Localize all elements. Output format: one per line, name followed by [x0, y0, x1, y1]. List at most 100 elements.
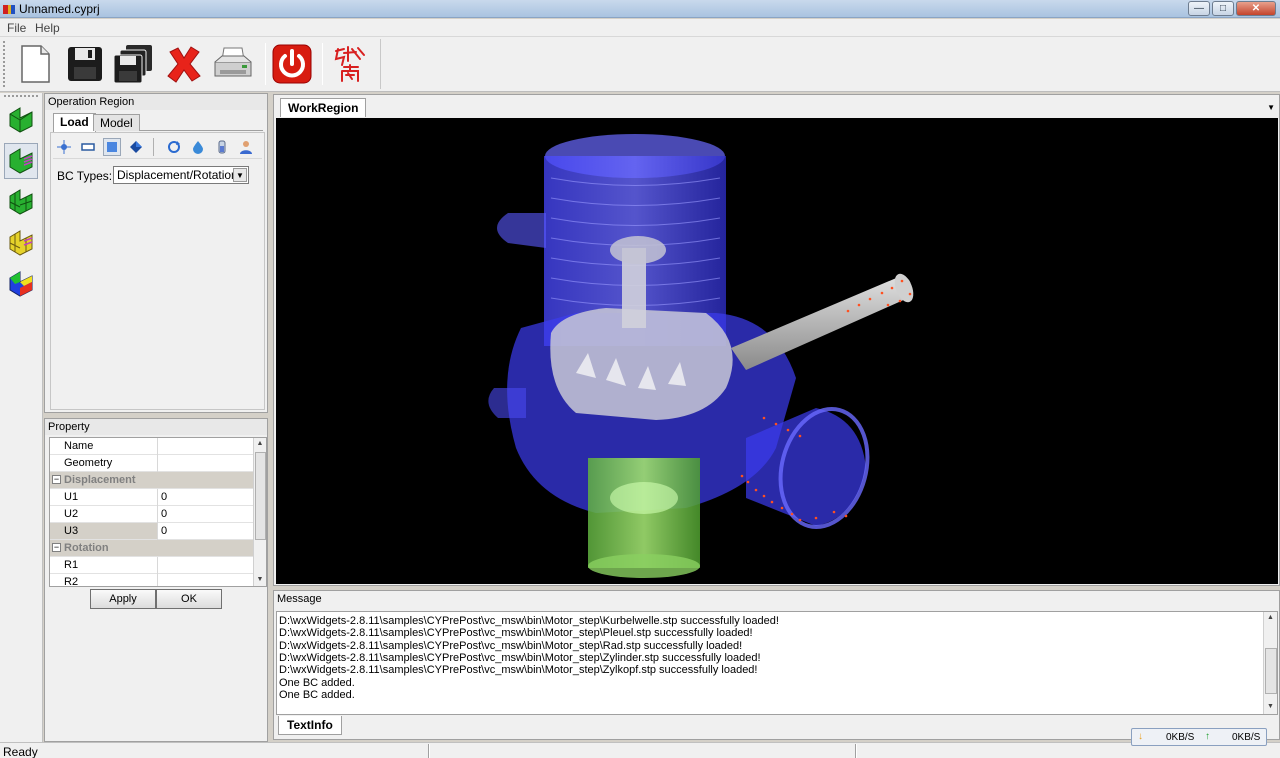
bc-types-value: Displacement/Rotation	[117, 168, 238, 182]
property-key: Geometry	[64, 457, 113, 469]
property-category-displacement[interactable]: − Displacement	[50, 472, 254, 489]
green-mesh-icon	[9, 189, 33, 215]
maximize-button[interactable]: □	[1212, 1, 1234, 16]
piston-pin	[610, 236, 666, 264]
toolbar-separator	[322, 43, 323, 85]
material-mode-button[interactable]	[4, 225, 38, 261]
user-load-button[interactable]	[237, 138, 255, 156]
property-row-geometry[interactable]: Geometry	[50, 455, 254, 472]
load-tab-content: BC Types: Displacement/Rotation ▼	[50, 132, 265, 410]
edge-bc-button[interactable]	[79, 138, 97, 156]
property-row-u3[interactable]: U3 0	[50, 523, 254, 540]
log-line: D:\wxWidgets-2.8.11\samples\CYPrePost\vc…	[279, 640, 743, 652]
load-mode-button[interactable]	[4, 143, 38, 179]
engine-model-render[interactable]	[276, 118, 1278, 584]
main-toolbar	[0, 37, 1280, 92]
chevron-down-icon[interactable]: ▼	[1267, 103, 1275, 112]
face-bc-button[interactable]	[103, 138, 121, 156]
contour-part-icon	[9, 271, 33, 297]
log-line: One BC added.	[279, 677, 355, 689]
property-value[interactable]: 0	[161, 491, 167, 503]
scroll-up-icon[interactable]: ▲	[1264, 612, 1277, 624]
property-key: R1	[64, 559, 79, 571]
geometry-mode-button[interactable]	[4, 102, 38, 138]
author-logo	[329, 42, 371, 86]
mesh-mode-button[interactable]	[4, 184, 38, 220]
result-mode-button[interactable]	[4, 266, 38, 302]
scroll-down-icon[interactable]: ▼	[1264, 701, 1277, 713]
scroll-up-icon[interactable]: ▲	[254, 438, 266, 450]
scroll-thumb[interactable]	[255, 452, 266, 540]
apply-button[interactable]: Apply	[90, 589, 156, 609]
menu-help[interactable]: Help	[35, 21, 60, 35]
property-category-label: Rotation	[64, 542, 109, 554]
tab-work-region[interactable]: WorkRegion	[280, 98, 367, 117]
property-row-u2[interactable]: U2 0	[50, 506, 254, 523]
window-title: Unnamed.cyprj	[19, 2, 100, 16]
property-key: U3	[64, 525, 79, 537]
cylinder-gauge-icon	[218, 140, 226, 154]
operation-tabs: Load Model	[53, 113, 263, 132]
property-key: U2	[64, 508, 79, 520]
close-button[interactable]: ✕	[1236, 1, 1276, 16]
ok-button[interactable]: OK	[156, 589, 222, 609]
minimize-button[interactable]: —	[1188, 1, 1210, 16]
temperature-load-button[interactable]	[213, 138, 231, 156]
save-all-button[interactable]	[112, 42, 154, 86]
3d-viewport[interactable]	[276, 118, 1278, 584]
save-button[interactable]	[64, 42, 106, 86]
edge-rect-icon	[81, 143, 95, 151]
property-key: Name	[64, 440, 94, 452]
operation-region-panel: Operation Region Load Model BC Types: Di…	[44, 93, 268, 413]
delete-button[interactable]	[163, 42, 205, 86]
tab-text-info[interactable]: TextInfo	[278, 716, 342, 735]
menu-bar: File Help	[0, 19, 1280, 37]
left-lug	[488, 388, 526, 418]
download-speed: 0KB/S	[1166, 732, 1195, 743]
log-line: D:\wxWidgets-2.8.11\samples\CYPrePost\vc…	[279, 627, 753, 639]
body-bc-button[interactable]	[127, 138, 145, 156]
message-log[interactable]: D:\wxWidgets-2.8.11\samples\CYPrePost\vc…	[276, 611, 1278, 715]
log-line: D:\wxWidgets-2.8.11\samples\CYPrePost\vc…	[279, 664, 758, 676]
property-title: Property	[45, 419, 267, 435]
new-file-button[interactable]	[14, 42, 56, 86]
property-key: U1	[64, 491, 79, 503]
tab-model[interactable]: Model	[93, 114, 140, 131]
exit-button[interactable]	[271, 42, 313, 86]
bc-types-label: BC Types:	[57, 169, 113, 183]
property-scrollbar[interactable]: ▲ ▼	[253, 438, 266, 586]
point-bc-button[interactable]	[55, 138, 73, 156]
scroll-down-icon[interactable]: ▼	[254, 574, 266, 586]
bc-types-select[interactable]: Displacement/Rotation ▼	[113, 166, 249, 184]
collapse-icon[interactable]: −	[52, 475, 61, 484]
property-category-rotation[interactable]: − Rotation	[50, 540, 254, 557]
status-text: Ready	[3, 745, 38, 758]
mode-toolbar-grip[interactable]	[4, 95, 38, 98]
scroll-thumb[interactable]	[1265, 648, 1277, 694]
crankshaft	[731, 276, 911, 370]
property-row-name[interactable]: Name	[50, 438, 254, 455]
power-icon	[272, 44, 312, 84]
body-diamond-icon	[130, 141, 142, 153]
load-icon-row	[53, 135, 262, 159]
printer-icon	[214, 47, 252, 77]
message-scrollbar[interactable]: ▲ ▼	[1263, 612, 1277, 714]
floppy-disk-icon	[68, 47, 102, 81]
property-row-r2[interactable]: R2	[50, 574, 254, 586]
property-panel: Property Name Geometry − Displacement U1 0…	[44, 418, 268, 742]
property-row-r1[interactable]: R1	[50, 557, 254, 574]
chevron-down-icon[interactable]: ▼	[233, 168, 247, 182]
property-value[interactable]: 0	[158, 523, 254, 539]
property-row-u1[interactable]: U1 0	[50, 489, 254, 506]
tab-load[interactable]: Load	[53, 113, 96, 132]
rotation-load-button[interactable]	[165, 138, 183, 156]
collapse-icon[interactable]: −	[52, 543, 61, 552]
mode-toolbar	[0, 93, 43, 742]
toolbar-grip[interactable]	[3, 41, 6, 87]
print-button[interactable]	[212, 42, 254, 86]
pressure-load-button[interactable]	[189, 138, 207, 156]
menu-file[interactable]: File	[7, 21, 26, 35]
status-divider	[428, 744, 430, 758]
rotation-arrows-icon	[168, 141, 180, 153]
property-value[interactable]: 0	[161, 508, 167, 520]
